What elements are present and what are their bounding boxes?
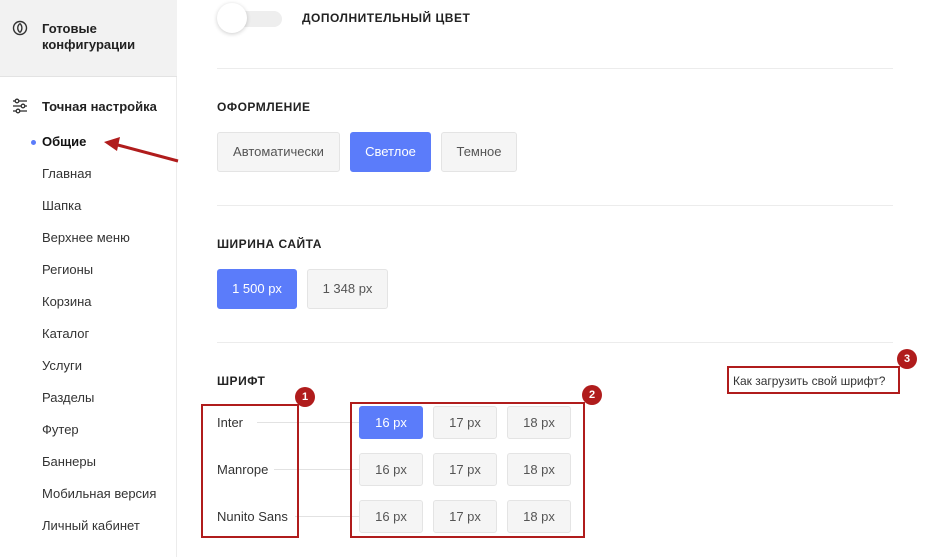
sidebar-item-label: Общие bbox=[42, 134, 87, 149]
annotation-badge-1: 1 bbox=[295, 387, 315, 407]
sidebar-item-ready-configs[interactable]: Готовые конфигурации bbox=[0, 0, 177, 77]
width-1500-button[interactable]: 1 500 px bbox=[217, 269, 297, 309]
width-1348-button[interactable]: 1 348 px bbox=[307, 269, 388, 309]
divider bbox=[217, 68, 893, 69]
sidebar-item-label: Главная bbox=[42, 166, 92, 181]
sidebar-item-label: Верхнее меню bbox=[42, 230, 130, 245]
annotation-badge-2: 2 bbox=[582, 385, 602, 405]
extra-color-label: ДОПОЛНИТЕЛЬНЫЙ ЦВЕТ bbox=[302, 11, 471, 25]
sidebar-item-top-menu[interactable]: Верхнее меню bbox=[0, 222, 177, 254]
sidebar-item-label: Разделы bbox=[42, 390, 95, 405]
sidebar-item-label: Личный кабинет bbox=[42, 518, 140, 533]
annotation-arrow-icon bbox=[104, 137, 179, 163]
sidebar-item-label: Корзина bbox=[42, 294, 92, 309]
annotation-box-fonts bbox=[201, 404, 299, 538]
sidebar-item-account[interactable]: Личный кабинет bbox=[0, 510, 177, 542]
appearance-light-button[interactable]: Светлое bbox=[350, 132, 431, 172]
annotation-box-sizes bbox=[350, 402, 585, 538]
toggle-knob bbox=[217, 3, 247, 33]
sidebar-item-label: Готовые конфигурации bbox=[42, 21, 136, 52]
sidebar-item-header[interactable]: Шапка bbox=[0, 190, 177, 222]
sidebar-nav-list: Общие Главная Шапка Верхнее меню Регионы… bbox=[0, 126, 177, 542]
appearance-title: ОФОРМЛЕНИЕ bbox=[217, 100, 311, 114]
active-dot-icon bbox=[31, 140, 36, 145]
sidebar-item-label: Регионы bbox=[42, 262, 94, 277]
sidebar-item-label: Услуги bbox=[42, 358, 82, 373]
sliders-icon bbox=[13, 98, 27, 114]
sidebar-item-services[interactable]: Услуги bbox=[0, 350, 177, 382]
sidebar-item-label: Шапка bbox=[42, 198, 82, 213]
appearance-dark-button[interactable]: Темное bbox=[441, 132, 517, 172]
sidebar-item-regions[interactable]: Регионы bbox=[0, 254, 177, 286]
sidebar-item-label: Точная настройка bbox=[42, 98, 157, 114]
sidebar-item-mobile[interactable]: Мобильная версия bbox=[0, 478, 177, 510]
sidebar-item-catalog[interactable]: Каталог bbox=[0, 318, 177, 350]
annotation-badge-3: 3 bbox=[897, 349, 917, 369]
sidebar-item-footer[interactable]: Футер bbox=[0, 414, 177, 446]
site-width-title: ШИРИНА САЙТА bbox=[217, 237, 322, 251]
sidebar-item-label: Каталог bbox=[42, 326, 90, 341]
sidebar: Готовые конфигурации Точная настройка Об… bbox=[0, 0, 177, 557]
sidebar-item-fine-tune[interactable]: Точная настройка bbox=[12, 97, 157, 115]
annotation-box-upload-link bbox=[727, 366, 900, 394]
sidebar-item-cart[interactable]: Корзина bbox=[0, 286, 177, 318]
font-title: ШРИФТ bbox=[217, 374, 266, 388]
sidebar-item-sections[interactable]: Разделы bbox=[0, 382, 177, 414]
sidebar-item-label: Баннеры bbox=[42, 454, 96, 469]
appearance-auto-button[interactable]: Автоматически bbox=[217, 132, 340, 172]
sidebar-item-label: Мобильная версия bbox=[42, 486, 157, 501]
sidebar-item-label: Футер bbox=[42, 422, 79, 437]
extra-color-toggle[interactable] bbox=[217, 3, 282, 33]
divider bbox=[217, 205, 893, 206]
divider bbox=[217, 342, 893, 343]
palette-icon bbox=[12, 20, 28, 36]
sidebar-item-banners[interactable]: Баннеры bbox=[0, 446, 177, 478]
